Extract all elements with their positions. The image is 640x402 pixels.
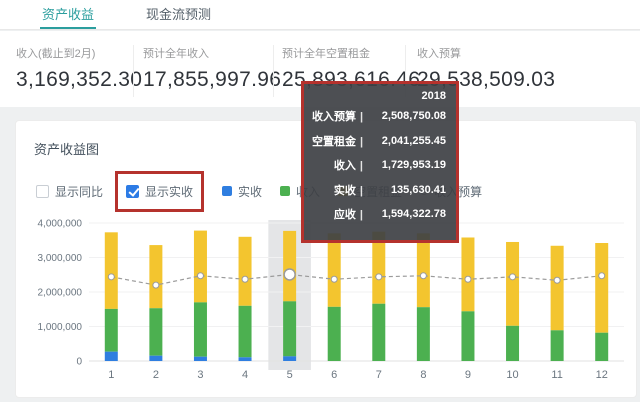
checkbox-label: 显示实收	[145, 183, 193, 200]
panel-title: 资产收益图	[34, 139, 99, 158]
checkbox-label: 显示同比	[55, 183, 103, 200]
tab-asset-income[interactable]: 资产收益	[40, 0, 96, 29]
chart-tooltip-2018: 2018 收入预算 2,508,750.08 空置租金 2,041,255.45…	[301, 81, 459, 243]
kpi-label: 收入预算	[417, 45, 555, 61]
svg-text:1: 1	[108, 369, 114, 381]
tooltip-row-income: 收入 1,729,953.19	[312, 153, 446, 178]
svg-text:10: 10	[506, 369, 518, 381]
tooltip-row-vacancy: 空置租金 2,041,255.45	[312, 129, 446, 154]
svg-text:6: 6	[331, 369, 337, 381]
svg-text:4: 4	[242, 369, 248, 381]
legend-label: 实收	[238, 183, 262, 200]
kpi-annual-income: 预计全年收入 17,855,997.96	[143, 45, 281, 92]
svg-text:11: 11	[551, 369, 562, 381]
kpi-income-to-date: 收入(截止到2月) 3,169,352.30	[16, 45, 142, 92]
tooltip-row-receivable: 应收 1,594,322.78	[312, 202, 446, 227]
checkbox-checked-icon[interactable]	[126, 185, 139, 198]
kpi-value: 3,169,352.30	[16, 68, 142, 92]
tooltip-row-budget: 收入预算 2,508,750.08	[312, 104, 446, 129]
svg-text:8: 8	[420, 369, 426, 381]
svg-text:9: 9	[465, 369, 471, 381]
checkbox-show-yoy[interactable]: 显示同比	[36, 183, 103, 200]
kpi-label: 收入(截止到2月)	[16, 45, 142, 61]
kpi-divider	[133, 45, 134, 97]
kpi-value: 17,855,997.96	[143, 68, 281, 92]
top-tab-bar: 资产收益 现金流预测	[0, 0, 640, 30]
kpi-divider	[273, 45, 274, 97]
red-annotation-box-checkbox: 显示实收	[115, 171, 204, 212]
svg-text:3,000,000: 3,000,000	[38, 253, 83, 264]
tab-cashflow-forecast[interactable]: 现金流预测	[144, 0, 213, 29]
svg-text:5: 5	[287, 369, 293, 381]
svg-text:7: 7	[376, 369, 382, 381]
svg-text:2: 2	[153, 369, 159, 381]
svg-text:3: 3	[197, 369, 203, 381]
svg-text:4,000,000: 4,000,000	[38, 219, 83, 230]
checkbox-unchecked-icon[interactable]	[36, 185, 49, 198]
svg-text:2,000,000: 2,000,000	[38, 288, 83, 299]
checkbox-show-actual[interactable]: 显示实收	[126, 183, 193, 200]
svg-text:1,000,000: 1,000,000	[38, 322, 83, 333]
svg-text:12: 12	[596, 369, 608, 381]
legend-swatch-green-icon	[280, 186, 290, 196]
kpi-label: 预计全年空置租金	[282, 45, 420, 61]
tooltip-year: 2018	[312, 90, 446, 102]
legend-item-actual[interactable]: 实收	[222, 183, 262, 200]
svg-text:0: 0	[76, 357, 82, 368]
legend-swatch-blue-icon	[222, 186, 232, 196]
tooltip-row-actual: 实收 135,630.41	[312, 178, 446, 203]
kpi-label: 预计全年收入	[143, 45, 281, 61]
